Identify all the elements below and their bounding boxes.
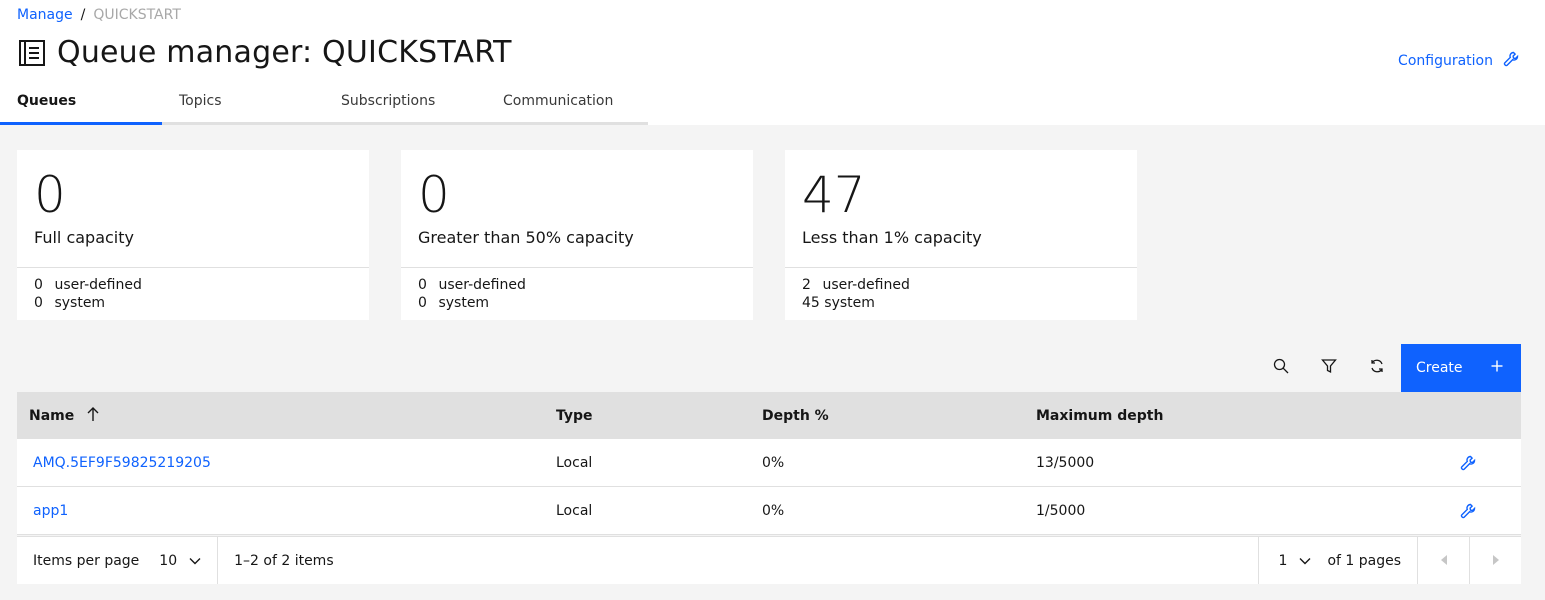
user-defined-label: user-defined [438, 277, 526, 293]
card-count: 0 [34, 166, 66, 224]
card-label: Full capacity [34, 228, 134, 247]
breadcrumb-manage-link[interactable]: Manage [17, 7, 73, 23]
next-page-button[interactable] [1469, 537, 1521, 584]
configuration-link[interactable]: Configuration [1398, 51, 1519, 71]
tab-topics[interactable]: Topics [162, 83, 324, 125]
card-label: Greater than 50% capacity [418, 228, 634, 247]
page-number: 1 [1278, 552, 1288, 569]
queue-type: Local [556, 502, 593, 519]
caret-right-icon [1492, 553, 1499, 569]
page-title: Queue manager: QUICKSTART [57, 35, 512, 70]
queue-manager-icon [17, 38, 47, 68]
system-count: 0 [418, 295, 427, 311]
search-button[interactable] [1257, 344, 1305, 392]
items-per-page-label: Items per page [33, 552, 140, 569]
wrench-icon[interactable] [1460, 503, 1476, 519]
refresh-icon [1369, 358, 1385, 378]
tab-list: Queues Topics Subscriptions Communicatio… [0, 83, 648, 125]
card-count: 47 [802, 166, 866, 224]
previous-page-button[interactable] [1417, 537, 1469, 584]
system-label: system [438, 295, 490, 311]
tab-subscriptions[interactable]: Subscriptions [324, 83, 486, 125]
caret-left-icon [1440, 553, 1447, 569]
card-count: 0 [418, 166, 450, 224]
user-defined-count: 0 [34, 277, 43, 293]
title-row: Queue manager: QUICKSTART [17, 35, 512, 70]
page-size-select[interactable]: 10 [159, 537, 219, 584]
refresh-button[interactable] [1353, 344, 1401, 392]
queue-depth: 0% [762, 502, 785, 519]
tab-queues[interactable]: Queues [0, 83, 162, 125]
capacity-card-full: 0 Full capacity 0 user-defined 0 system [17, 150, 369, 320]
queue-depth: 0% [762, 454, 785, 471]
queue-max-depth: 13/5000 [1036, 454, 1095, 471]
system-count: 45 [802, 295, 820, 311]
column-name-label: Name [29, 407, 75, 424]
tab-communication[interactable]: Communication [486, 83, 648, 125]
search-icon [1273, 358, 1289, 378]
plus-icon [1491, 360, 1503, 376]
column-header-depth[interactable]: Depth % [762, 408, 1036, 424]
filter-button[interactable] [1305, 344, 1353, 392]
breadcrumb-separator: / [80, 7, 86, 23]
card-label: Less than 1% capacity [802, 228, 982, 247]
table-row: app1 Local 0% 1/5000 [17, 487, 1521, 535]
wrench-icon[interactable] [1460, 455, 1476, 471]
table-row: AMQ.5EF9F59825219205 Local 0% 13/5000 [17, 439, 1521, 487]
table-toolbar: Create [1257, 344, 1521, 392]
sort-ascending-icon [86, 406, 100, 426]
capacity-card-over-50: 0 Greater than 50% capacity 0 user-defin… [401, 150, 753, 320]
system-count: 0 [34, 295, 43, 311]
capacity-cards: 0 Full capacity 0 user-defined 0 system … [17, 150, 1137, 320]
queue-max-depth: 1/5000 [1036, 502, 1086, 519]
page-size-value: 10 [159, 552, 178, 569]
create-label: Create [1416, 360, 1463, 376]
capacity-card-under-1: 47 Less than 1% capacity 2 user-defined … [785, 150, 1137, 320]
column-header-max-depth[interactable]: Maximum depth [1036, 408, 1456, 424]
queues-table: Name Type Depth % Maximum depth AMQ.5EF9… [17, 392, 1521, 535]
queue-type: Local [556, 454, 593, 471]
system-label: system [824, 295, 875, 311]
page-select[interactable]: 1 [1257, 537, 1328, 584]
user-defined-label: user-defined [54, 277, 142, 293]
table-header: Name Type Depth % Maximum depth [17, 392, 1521, 439]
wrench-icon [1503, 51, 1519, 71]
breadcrumb-current: QUICKSTART [93, 7, 181, 23]
user-defined-label: user-defined [822, 277, 910, 293]
user-defined-count: 2 [802, 277, 811, 293]
item-range: 1–2 of 2 items [234, 552, 334, 569]
column-header-name[interactable]: Name [17, 406, 556, 426]
create-button[interactable]: Create [1401, 344, 1521, 392]
configuration-label: Configuration [1398, 53, 1493, 69]
system-label: system [54, 295, 106, 311]
pagination: Items per page 10 1–2 of 2 items 1 of 1 … [17, 536, 1521, 584]
column-header-type[interactable]: Type [556, 408, 762, 424]
user-defined-count: 0 [418, 277, 427, 293]
breadcrumb: Manage / QUICKSTART [17, 7, 181, 23]
queue-name-link[interactable]: AMQ.5EF9F59825219205 [33, 455, 211, 471]
total-pages: of 1 pages [1327, 552, 1401, 569]
queue-name-link[interactable]: app1 [33, 503, 68, 519]
chevron-down-icon [1299, 553, 1311, 569]
filter-icon [1321, 358, 1337, 378]
chevron-down-icon [189, 553, 201, 569]
